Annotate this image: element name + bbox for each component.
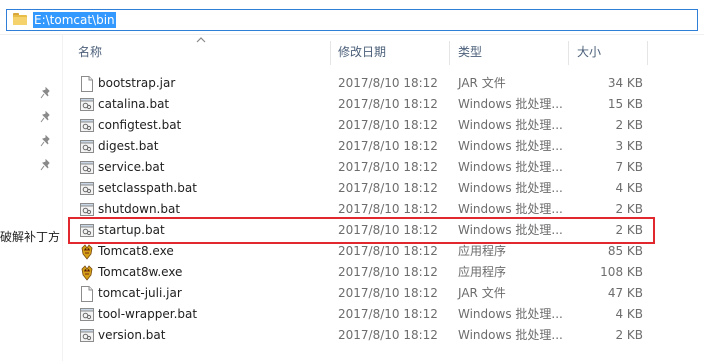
tomcat-exe-icon xyxy=(80,244,94,260)
file-date: 2017/8/10 18:12 xyxy=(338,97,438,111)
file-type: Windows 批处理... xyxy=(458,139,563,153)
pin-icon[interactable] xyxy=(40,159,52,171)
file-row[interactable]: configtest.bat 2017/8/10 18:12 Windows 批… xyxy=(63,115,704,136)
file-size: 2 KB xyxy=(615,202,643,216)
file-date: 2017/8/10 18:12 xyxy=(338,139,438,153)
pin-icon[interactable] xyxy=(40,87,52,99)
file-date: 2017/8/10 18:12 xyxy=(338,160,438,174)
file-row-startup[interactable]: startup.bat 2017/8/10 18:12 Windows 批处理.… xyxy=(63,220,704,241)
file-name: setclasspath.bat xyxy=(98,181,197,195)
file-row[interactable]: version.bat 2017/8/10 18:12 Windows 批处理.… xyxy=(63,325,704,346)
file-date: 2017/8/10 18:12 xyxy=(338,328,438,342)
column-separator[interactable] xyxy=(449,41,450,65)
address-bar[interactable]: E:\tomcat\bin xyxy=(6,9,698,31)
batch-file-icon xyxy=(80,139,94,155)
file-date: 2017/8/10 18:12 xyxy=(338,118,438,132)
batch-file-icon xyxy=(80,202,94,218)
column-type-header[interactable]: 类型 xyxy=(458,43,482,61)
file-date: 2017/8/10 18:12 xyxy=(338,223,438,237)
batch-file-icon xyxy=(80,97,94,113)
sidebar-item-label[interactable]: 破解补丁方 xyxy=(0,228,62,245)
file-row[interactable]: Tomcat8w.exe 2017/8/10 18:12 应用程序 108 KB xyxy=(63,262,704,283)
column-header: 名称 修改日期 类型 大小 xyxy=(63,35,704,67)
file-size: 2 KB xyxy=(615,223,643,237)
file-date: 2017/8/10 18:12 xyxy=(338,307,438,321)
file-date: 2017/8/10 18:12 xyxy=(338,265,438,279)
batch-file-icon xyxy=(80,160,94,176)
file-name: Tomcat8.exe xyxy=(98,244,174,258)
file-date: 2017/8/10 18:12 xyxy=(338,202,438,216)
jar-file-icon xyxy=(80,286,94,302)
file-name: shutdown.bat xyxy=(98,202,181,216)
file-size: 2 KB xyxy=(615,118,643,132)
tomcat-exe-icon xyxy=(80,265,94,281)
file-name: tomcat-juli.jar xyxy=(98,286,182,300)
file-size: 85 KB xyxy=(607,244,643,258)
file-row[interactable]: Tomcat8.exe 2017/8/10 18:12 应用程序 85 KB xyxy=(63,241,704,262)
batch-file-icon xyxy=(80,307,94,323)
file-type: Windows 批处理... xyxy=(458,118,563,132)
file-row[interactable]: catalina.bat 2017/8/10 18:12 Windows 批处理… xyxy=(63,94,704,115)
file-size: 4 KB xyxy=(615,181,643,195)
file-name: version.bat xyxy=(98,328,166,342)
file-row[interactable]: shutdown.bat 2017/8/10 18:12 Windows 批处理… xyxy=(63,199,704,220)
address-path[interactable]: E:\tomcat\bin xyxy=(33,12,116,28)
file-name: Tomcat8w.exe xyxy=(98,265,183,279)
batch-file-icon xyxy=(80,328,94,344)
column-date-header[interactable]: 修改日期 xyxy=(338,43,386,61)
navigation-pane: 破解补丁方 xyxy=(0,35,62,361)
file-name: digest.bat xyxy=(98,139,159,153)
file-date: 2017/8/10 18:12 xyxy=(338,244,438,258)
file-row[interactable]: tomcat-juli.jar 2017/8/10 18:12 JAR 文件 4… xyxy=(63,283,704,304)
file-type: JAR 文件 xyxy=(458,76,506,90)
file-type: Windows 批处理... xyxy=(458,328,563,342)
file-type: Windows 批处理... xyxy=(458,307,563,321)
file-size: 34 KB xyxy=(607,76,643,90)
file-name: tool-wrapper.bat xyxy=(98,307,198,321)
batch-file-icon xyxy=(80,223,94,239)
pin-icon[interactable] xyxy=(40,135,52,147)
file-row[interactable]: service.bat 2017/8/10 18:12 Windows 批处理.… xyxy=(63,157,704,178)
column-separator[interactable] xyxy=(568,41,569,65)
file-size: 108 KB xyxy=(600,265,643,279)
file-name: service.bat xyxy=(98,160,165,174)
file-size: 3 KB xyxy=(615,139,643,153)
file-row[interactable]: tool-wrapper.bat 2017/8/10 18:12 Windows… xyxy=(63,304,704,325)
file-type: Windows 批处理... xyxy=(458,202,563,216)
folder-icon xyxy=(13,13,27,25)
file-date: 2017/8/10 18:12 xyxy=(338,181,438,195)
file-size: 15 KB xyxy=(607,97,643,111)
jar-file-icon xyxy=(80,76,94,92)
file-row[interactable]: setclasspath.bat 2017/8/10 18:12 Windows… xyxy=(63,178,704,199)
file-date: 2017/8/10 18:12 xyxy=(338,286,438,300)
column-separator[interactable] xyxy=(330,41,331,65)
file-type: Windows 批处理... xyxy=(458,97,563,111)
file-name: startup.bat xyxy=(98,223,165,237)
column-separator[interactable] xyxy=(647,41,648,65)
address-bar-region: E:\tomcat\bin xyxy=(0,0,704,35)
file-name: configtest.bat xyxy=(98,118,182,132)
file-date: 2017/8/10 18:12 xyxy=(338,76,438,90)
file-size: 2 KB xyxy=(615,328,643,342)
file-type: 应用程序 xyxy=(458,244,507,258)
sort-ascending-icon xyxy=(196,33,206,43)
file-type: 应用程序 xyxy=(458,265,507,279)
column-size-header[interactable]: 大小 xyxy=(577,43,601,61)
column-name-header[interactable]: 名称 xyxy=(78,43,102,61)
file-type: Windows 批处理... xyxy=(458,160,563,174)
batch-file-icon xyxy=(80,118,94,134)
file-size: 47 KB xyxy=(607,286,643,300)
file-type: JAR 文件 xyxy=(458,286,506,300)
file-type: Windows 批处理... xyxy=(458,223,563,237)
file-name: bootstrap.jar xyxy=(98,76,176,90)
file-row[interactable]: bootstrap.jar 2017/8/10 18:12 JAR 文件 34 … xyxy=(63,73,704,94)
file-size: 7 KB xyxy=(615,160,643,174)
file-size: 4 KB xyxy=(615,307,643,321)
file-name: catalina.bat xyxy=(98,97,170,111)
file-type: Windows 批处理... xyxy=(458,181,563,195)
pin-icon[interactable] xyxy=(40,111,52,123)
batch-file-icon xyxy=(80,181,94,197)
file-row[interactable]: digest.bat 2017/8/10 18:12 Windows 批处理..… xyxy=(63,136,704,157)
